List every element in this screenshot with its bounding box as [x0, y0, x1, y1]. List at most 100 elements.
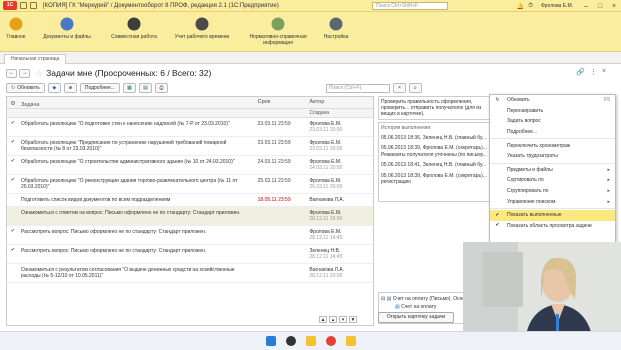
column-task[interactable]: Задача: [19, 97, 256, 108]
favorite-star-icon[interactable]: ☆: [36, 69, 43, 78]
reference-book-icon: [270, 16, 286, 32]
current-user[interactable]: Фролова Е.М.: [541, 3, 573, 9]
deadline-cell: [256, 226, 308, 244]
table-row[interactable]: Ознакомиться с ответом на вопрос: Письмо…: [7, 207, 373, 226]
submenu-arrow-icon: ▸: [607, 188, 610, 195]
section-5[interactable]: Нормативно-справочная информация: [241, 12, 315, 51]
menu-item-4[interactable]: Подробнее...: [490, 127, 615, 138]
table-row[interactable]: Подготовить список видов документов по в…: [7, 194, 373, 207]
scroll-up-icon[interactable]: ▴: [329, 316, 337, 323]
checkmark-icon: ✔: [495, 222, 500, 229]
title-bar: 1С [КОПИЯ] ГК "Меркурий" / Документообор…: [0, 0, 621, 12]
team-icon: [126, 16, 142, 32]
menu-item-11[interactable]: ✔ Показать выполненные: [490, 209, 615, 221]
bell-icon[interactable]: 🔔: [517, 3, 524, 10]
chrome-icon[interactable]: [325, 336, 336, 346]
scroll-top-icon[interactable]: ▲: [319, 316, 327, 323]
menu-item-6[interactable]: Указать трудозатраты: [490, 151, 615, 162]
table-row[interactable]: ✔ Обработать резолюцию "О подготовке стен…: [7, 118, 373, 137]
table-scroll-buttons: ▲ ▴ ▾ ▼: [319, 316, 357, 323]
stopwatch-icon: [494, 142, 501, 149]
gear-icon: [328, 16, 344, 32]
table-row[interactable]: ✔ Обработать резолюцию "О реконструкции з…: [7, 175, 373, 194]
menu-item-3[interactable]: Задать вопрос: [490, 116, 615, 127]
author-cell: Фролова Е.М. 23.03.11 20:00: [309, 121, 343, 133]
history-entry: 05.06.2013 18:41, Зеленец Н.В. (главный …: [381, 162, 487, 168]
deadline-cell: 23.03.11 23:59: [257, 121, 291, 127]
table-row[interactable]: ✔ Рассмотреть вопрос: Письмо оформлено не…: [7, 245, 373, 264]
section-2[interactable]: Документы и файлы: [33, 12, 101, 51]
maximize-button[interactable]: □: [593, 3, 607, 10]
menu-item-9[interactable]: Сгруппировать по ▸: [490, 186, 615, 197]
section-6[interactable]: Настройка: [319, 12, 353, 51]
refresh-button[interactable]: ↻ Обновить: [6, 83, 45, 93]
section-3[interactable]: Совместная работа: [105, 12, 163, 51]
tasks-table[interactable]: ⚙ Задача Срок Автор Создана ✔ Обработать …: [6, 96, 374, 326]
submenu-arrow-icon: ▸: [607, 177, 610, 184]
history-label: История выполнения:: [381, 125, 432, 131]
forward-button[interactable]: →: [19, 68, 30, 78]
menu-item-10[interactable]: Управление поиском ▸: [490, 196, 615, 207]
task-description: Проверить правильность оформления, прове…: [378, 96, 490, 120]
completed-check-icon: ✔: [10, 158, 16, 164]
author-cell: Фролова Е.М. 24.03.11 20:00: [309, 159, 343, 171]
section-4[interactable]: Учет рабочего времени: [167, 12, 237, 51]
status-header-icon: ⚙: [10, 101, 16, 107]
author-cell: Фролова Е.М. 28.12.11 15:50: [309, 210, 343, 222]
table-row[interactable]: ✔ Обработать резолюцию "Предписание по ус…: [7, 137, 373, 156]
menu-item-2[interactable]: Перенаправить: [490, 106, 615, 117]
search-icon[interactable]: ⌕: [408, 83, 422, 93]
table-row[interactable]: ✔ Обработать резолюцию "О строительстве а…: [7, 156, 373, 175]
link-icon[interactable]: 🔗: [576, 68, 585, 76]
table-row[interactable]: Ознакомиться с результатом согласования …: [7, 264, 373, 283]
column-deadline[interactable]: Срок: [256, 97, 308, 108]
execute-icon[interactable]: ◆: [47, 83, 61, 93]
menu-item-5[interactable]: Переключить хронометраж: [490, 140, 615, 151]
tab-start-page[interactable]: Начальная страница: [4, 54, 67, 64]
menu-item-12[interactable]: ✔ Показать область просмотра задачи: [490, 221, 615, 232]
close-button[interactable]: ×: [607, 3, 621, 10]
windows-start-icon[interactable]: [265, 336, 276, 346]
task-description-cell: Обработать резолюцию "Предписание по уст…: [20, 140, 227, 152]
obs-icon[interactable]: [285, 336, 296, 346]
menu-icon[interactable]: [20, 2, 27, 9]
menu-item-8[interactable]: Сортировать по ▸: [490, 175, 615, 186]
1c-app-icon[interactable]: [345, 336, 356, 346]
accept-icon[interactable]: ■: [63, 83, 77, 93]
scroll-bottom-icon[interactable]: ▼: [349, 316, 357, 323]
files-icon: [494, 166, 501, 173]
menu-item-1[interactable]: ↻ Обновить F5: [490, 95, 615, 106]
author-cell: Зеленец Н.В. 28.12.11 14:45: [309, 248, 343, 260]
deadline-cell: 18.05.11 23:59: [257, 197, 291, 203]
form-header: ← → ☆ Задачи мне (Просроченных: 6 / Всег…: [6, 66, 606, 80]
excel-icon[interactable]: ▦: [122, 83, 136, 93]
history-icon[interactable]: ⏱: [528, 3, 533, 10]
completed-check-icon: ✔: [10, 120, 16, 126]
home-icon[interactable]: [30, 2, 37, 9]
file-explorer-icon[interactable]: [305, 336, 316, 346]
author-cell: Фролова Е.М. 28.12.11 14:45: [309, 229, 343, 241]
completed-check-icon: ✔: [10, 177, 16, 183]
column-created[interactable]: Создана: [307, 109, 373, 117]
page-title: Задачи мне (Просроченных: 6 / Всего: 32): [46, 68, 212, 78]
table-row[interactable]: ✔ Рассмотреть вопрос: Письмо оформлено не…: [7, 226, 373, 245]
search-clear-icon[interactable]: ×: [392, 83, 406, 93]
back-button[interactable]: ←: [6, 68, 17, 78]
close-form-icon[interactable]: ×: [602, 68, 606, 76]
table-header: ⚙ Задача Срок Автор: [7, 97, 373, 109]
menu-item-7[interactable]: Предметы и файлы ▸: [490, 165, 615, 176]
section-1[interactable]: Главное: [3, 12, 29, 51]
refresh-icon: ↻: [495, 96, 500, 103]
report-icon[interactable]: ▤: [138, 83, 152, 93]
scroll-down-icon[interactable]: ▾: [339, 316, 347, 323]
minimize-button[interactable]: –: [579, 3, 593, 10]
list-search-input[interactable]: Поиск (Ctrl+F): [325, 83, 390, 93]
more-dots-icon[interactable]: ⋮: [590, 68, 597, 76]
column-author[interactable]: Автор: [307, 97, 373, 108]
details-button[interactable]: Подробнее...: [79, 83, 120, 93]
print-icon[interactable]: ⎙: [154, 83, 168, 93]
global-search-input[interactable]: Поиск Ctrl+Shift+F: [372, 2, 448, 10]
open-task-card-button[interactable]: Открыть карточку задачи: [378, 312, 454, 323]
author-cell: Фролова Е.М. 25.03.11 20:00: [309, 178, 343, 190]
open-tabs-bar: Начальная страница: [0, 52, 621, 64]
